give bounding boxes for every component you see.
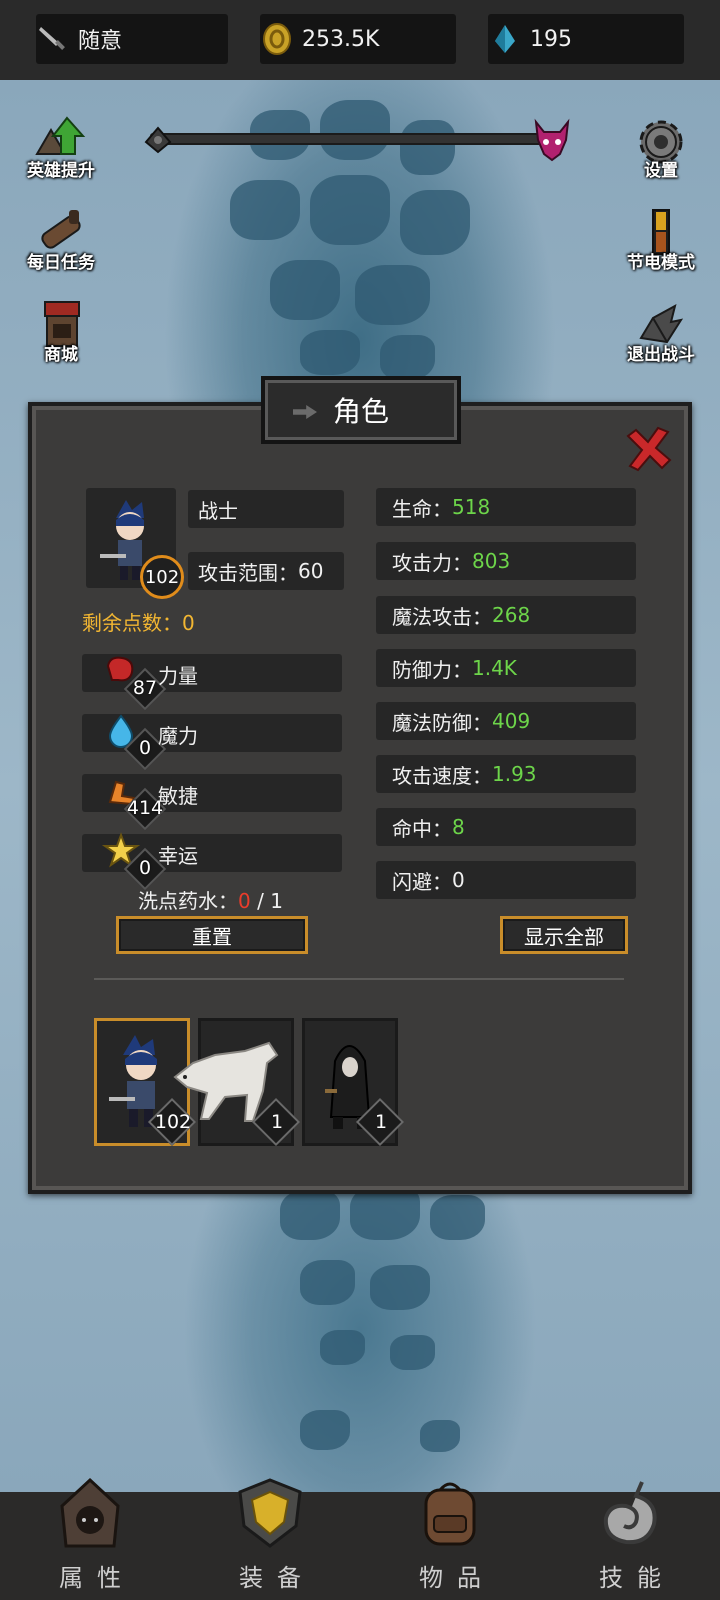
player-marker-icon <box>140 122 176 158</box>
exit-battle-button[interactable]: 退出战斗 <box>616 298 706 365</box>
stat-value: 518 <box>452 495 491 519</box>
attribute-row-magic[interactable]: 0 魔力 <box>82 714 342 771</box>
stat-magic-attack: 魔法攻击： 268 <box>376 596 636 634</box>
hero-class-field: 战士 <box>188 490 344 528</box>
boss-demon-icon <box>530 118 574 164</box>
daily-quest-label: 每日任务 <box>27 253 95 273</box>
nav-items-label: 物品 <box>419 1564 495 1592</box>
potion-label: 洗点药水： <box>138 889 238 913</box>
stat-attack: 攻击力： 803 <box>376 542 636 580</box>
progress-track <box>150 133 550 145</box>
agility-label: 敏捷 <box>158 784 198 808</box>
close-icon <box>626 426 672 472</box>
hero-level-badge: 102 <box>140 555 184 599</box>
daily-quest-button[interactable]: 每日任务 <box>16 206 106 273</box>
stat-label: 攻击力： <box>392 550 472 575</box>
potion-separator: / <box>250 889 271 913</box>
panel-divider <box>94 978 624 980</box>
backpack-icon <box>412 1476 488 1550</box>
stat-value: 803 <box>472 549 511 573</box>
stat-value: 8 <box>452 815 465 839</box>
stat-label: 闪避： <box>392 869 452 894</box>
stat-value: 1.4K <box>472 656 517 680</box>
close-button[interactable] <box>620 422 676 478</box>
nav-skills-label: 技能 <box>599 1564 675 1592</box>
nav-attributes[interactable]: 属性 <box>0 1477 180 1600</box>
nav-equipment[interactable]: 装备 <box>180 1478 360 1600</box>
shop-button[interactable]: 商城 <box>16 298 106 365</box>
potion-current: 0 <box>238 889 251 913</box>
stat-value: 1.93 <box>492 762 537 786</box>
power-save-label: 节电模式 <box>627 253 695 273</box>
gem-display: 195 <box>488 14 684 64</box>
attribute-row-luck[interactable]: 0 幸运 <box>82 832 342 891</box>
party-level: 1 <box>374 1111 388 1133</box>
attribute-row-strength[interactable]: 87 力量 <box>82 654 342 711</box>
party-slot-white-wolf[interactable]: 1 <box>173 1018 301 1147</box>
stat-value: 0 <box>452 868 465 892</box>
magic-label: 魔力 <box>158 724 198 748</box>
hood-icon <box>52 1476 128 1550</box>
panel-title-tab: 角色 <box>261 376 461 444</box>
nav-equipment-label: 装备 <box>239 1564 315 1592</box>
blue-crystal-icon <box>488 22 522 56</box>
nav-skills[interactable]: 技能 <box>540 1481 720 1600</box>
nav-items[interactable]: 物品 <box>360 1482 540 1600</box>
sword-icon <box>36 22 70 56</box>
stat-label: 魔法防御： <box>392 710 492 735</box>
remaining-points: 剩余点数：0 <box>82 607 195 636</box>
stat-label: 生命： <box>392 496 452 521</box>
reset-button[interactable]: 重置 <box>116 916 308 954</box>
attack-range-label: 攻击范围： <box>198 560 298 585</box>
stat-label: 防御力： <box>392 657 472 682</box>
attack-range-field: 攻击范围： 60 <box>188 552 344 590</box>
luck-label: 幸运 <box>158 844 198 868</box>
game-mode-display[interactable]: 随意 <box>36 14 228 64</box>
stat-evasion: 闪避： 0 <box>376 861 636 899</box>
attribute-row-agility[interactable]: 414 敏捷 <box>82 774 342 831</box>
settings-button[interactable]: 设置 <box>616 114 706 181</box>
potion-max: 1 <box>270 889 283 913</box>
party-level: 1 <box>270 1111 284 1133</box>
nav-attributes-label: 属性 <box>59 1564 135 1592</box>
stat-label: 攻击速度： <box>392 763 492 788</box>
attack-range-value: 60 <box>298 559 324 583</box>
stat-attack-speed: 攻击速度： 1.93 <box>376 755 636 793</box>
stat-label: 魔法攻击： <box>392 604 492 629</box>
stat-defense: 防御力： 1.4K <box>376 649 636 687</box>
game-mode-label: 随意 <box>78 29 123 54</box>
stat-label: 命中： <box>392 816 452 841</box>
top-resource-bar: 随意 253.5K 195 <box>0 0 720 80</box>
stat-hp: 生命： 518 <box>376 488 636 526</box>
gem-value: 195 <box>530 26 572 52</box>
power-save-button[interactable]: 节电模式 <box>616 206 706 273</box>
stat-value: 268 <box>492 603 531 627</box>
stat-value: 409 <box>492 709 531 733</box>
remaining-points-label: 剩余点数： <box>82 611 182 635</box>
stat-accuracy: 命中： 8 <box>376 808 636 846</box>
strength-label: 力量 <box>158 664 198 688</box>
gold-value: 253.5K <box>302 26 380 52</box>
show-all-label: 显示全部 <box>524 924 604 949</box>
gold-display: 253.5K <box>260 14 456 64</box>
gold-coin-icon <box>260 22 294 56</box>
panel-title: 角色 <box>332 395 389 428</box>
settings-label: 设置 <box>644 161 678 181</box>
party-slot-hooded-rogue[interactable]: 1 <box>302 1018 405 1147</box>
shop-label: 商城 <box>44 345 78 365</box>
remaining-points-value: 0 <box>182 611 195 635</box>
respec-potion-info: 洗点药水：0 / 1 <box>138 885 283 914</box>
hero-upgrade-button[interactable]: 英雄提升 <box>16 114 106 181</box>
shield-icon <box>232 1476 308 1550</box>
reset-label: 重置 <box>192 924 232 949</box>
show-all-button[interactable]: 显示全部 <box>500 916 628 954</box>
stat-magic-defense: 魔法防御： 409 <box>376 702 636 740</box>
hero-class: 战士 <box>198 498 238 523</box>
swirl-icon <box>592 1476 668 1550</box>
exit-battle-label: 退出战斗 <box>627 345 695 365</box>
arrow-marker-icon <box>293 405 317 419</box>
hero-upgrade-label: 英雄提升 <box>27 161 95 181</box>
bottom-navigation: 属性 装备 物品 技能 <box>0 1477 720 1600</box>
